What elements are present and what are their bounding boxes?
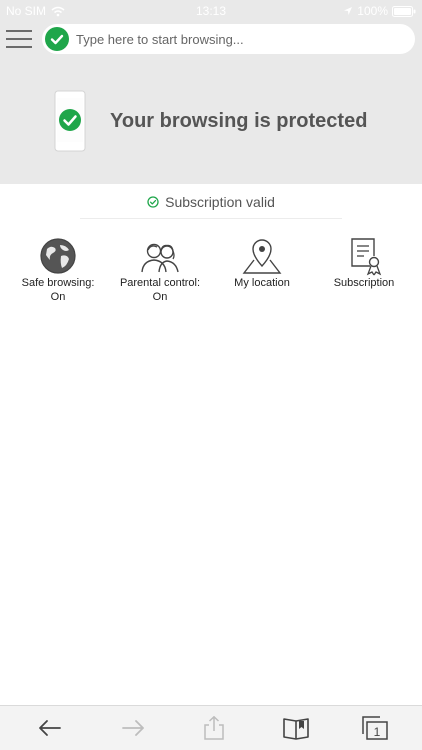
divider	[80, 218, 342, 219]
feature-parental-control[interactable]: Parental control: On	[108, 236, 212, 304]
protection-check-icon	[45, 27, 69, 51]
feature-value: On	[50, 291, 66, 303]
subscription-status: Subscription valid	[0, 191, 422, 213]
certificate-icon	[351, 238, 382, 276]
url-input[interactable]	[76, 28, 406, 50]
protected-phone-icon	[54, 90, 86, 152]
back-arrow-icon[interactable]	[37, 716, 63, 740]
feature-label: My location	[234, 277, 290, 289]
forward-arrow-icon[interactable]	[120, 716, 146, 740]
feature-label: Parental control:	[119, 277, 201, 289]
feature-safe-browsing[interactable]: Safe browsing: On	[6, 236, 110, 304]
battery-percent: 100%	[357, 4, 388, 18]
tab-count: 1	[374, 725, 381, 739]
feature-label: Safe browsing:	[21, 277, 95, 289]
bookmarks-icon[interactable]	[283, 716, 309, 740]
header-area: No SIM 13:13 100% Type here to start bro…	[0, 0, 422, 184]
location-arrow-icon	[344, 7, 353, 15]
tabs-icon[interactable]: 1	[362, 716, 388, 740]
menu-button[interactable]	[4, 26, 34, 52]
share-icon[interactable]	[201, 716, 227, 740]
feature-value: On	[152, 291, 168, 303]
feature-my-location[interactable]: My location	[210, 236, 314, 290]
status-bar: No SIM 13:13 100%	[0, 0, 422, 22]
globe-icon	[40, 238, 76, 274]
status-right: 100%	[343, 4, 416, 18]
battery-icon	[392, 5, 416, 17]
bottom-toolbar: 1	[0, 705, 422, 750]
feature-label: Subscription	[333, 277, 395, 289]
feature-grid: Safe browsing: On Parental control: On M…	[0, 236, 422, 316]
location-pin-icon	[242, 239, 282, 274]
protection-title: Your browsing is protected	[110, 110, 368, 132]
subscription-status-text: Subscription valid	[165, 194, 275, 210]
address-bar[interactable]	[42, 24, 415, 54]
check-circle-icon	[147, 196, 159, 208]
family-icon	[141, 243, 179, 273]
feature-subscription[interactable]: Subscription	[312, 236, 416, 290]
